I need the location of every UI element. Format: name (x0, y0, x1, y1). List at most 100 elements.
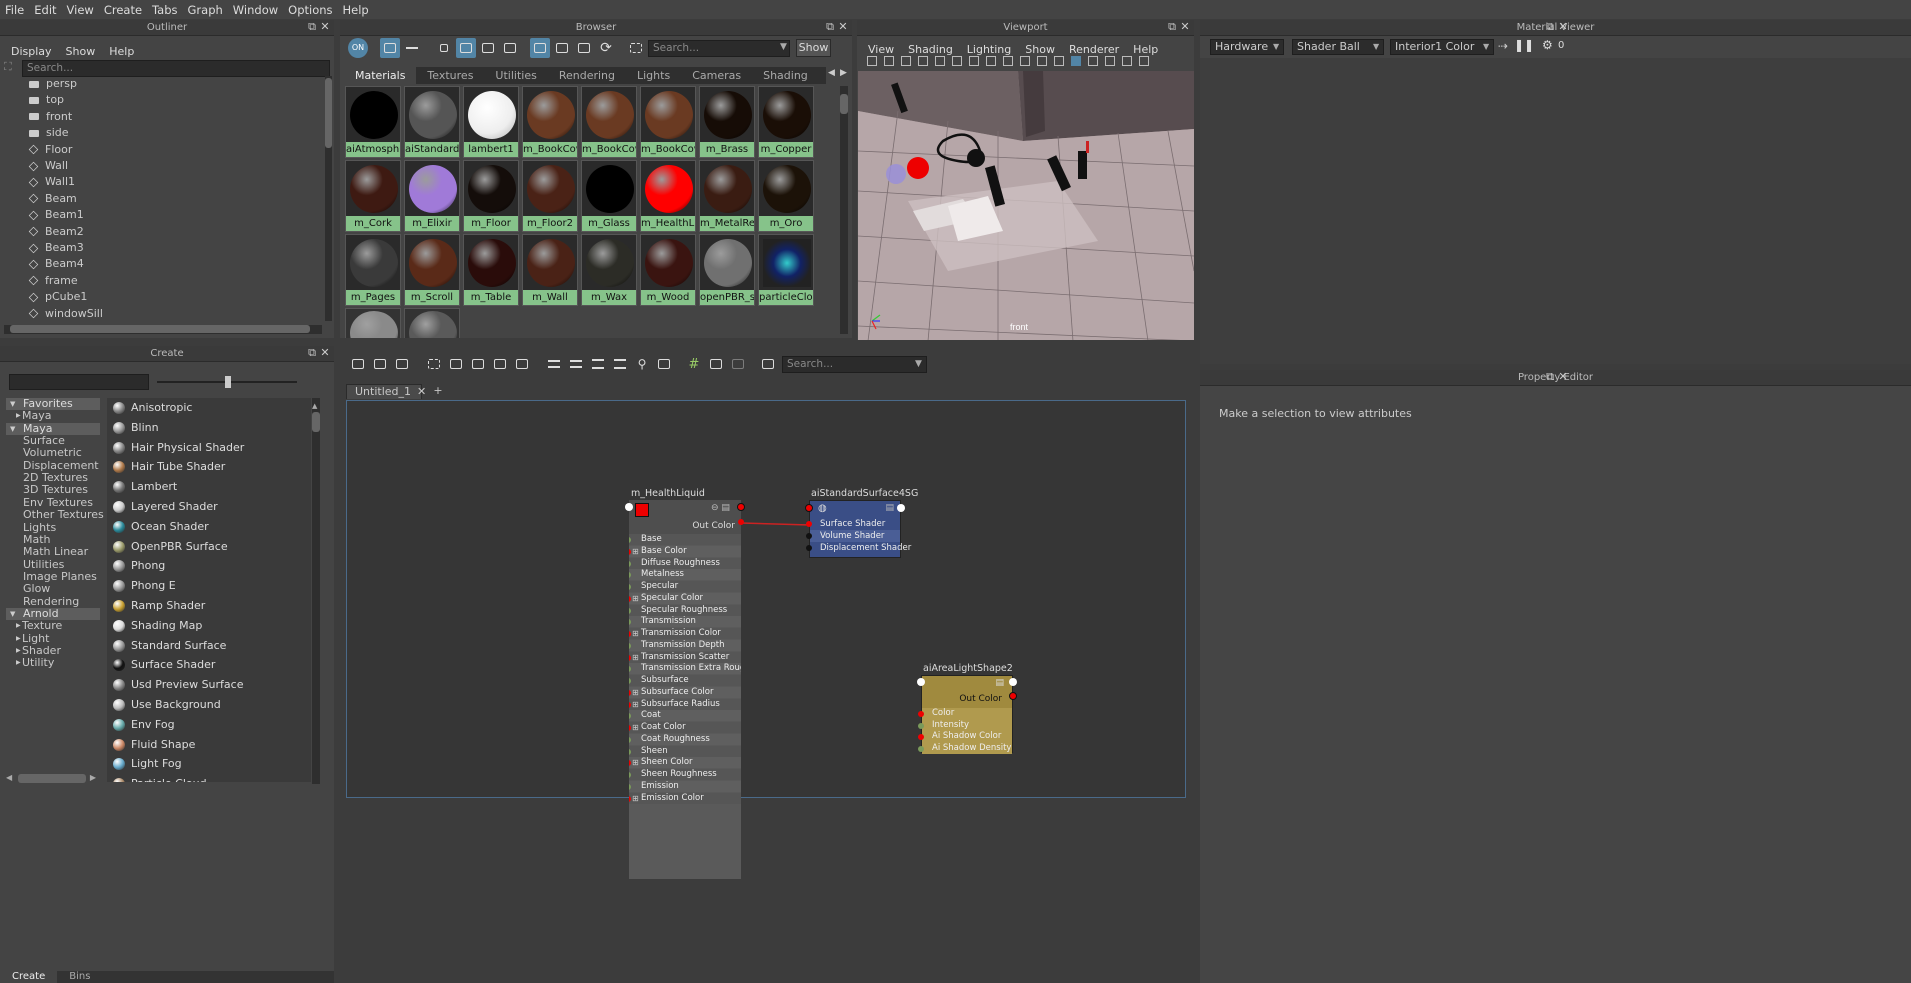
node-attribute-color[interactable]: Color (918, 708, 1012, 719)
connection-port[interactable] (629, 607, 631, 614)
menu-view[interactable]: View (62, 3, 99, 17)
viewport-menu-lighting[interactable]: Lighting (960, 43, 1018, 56)
outliner-item-beam1[interactable]: Beam1 (28, 207, 84, 223)
connection-port[interactable] (629, 701, 631, 708)
gate-mask-icon[interactable] (986, 56, 996, 66)
material-swatch[interactable]: m_BookCover (522, 86, 578, 158)
node-attribute-surface-shader[interactable]: Surface Shader (806, 518, 900, 530)
chevron-down-icon[interactable]: ▼ (1273, 42, 1279, 51)
material-swatch[interactable]: m_HealthLi... (640, 160, 696, 232)
chevron-down-icon[interactable]: ▼ (1483, 42, 1489, 51)
category-item-2d-textures[interactable]: 2D Textures (6, 472, 100, 484)
float-icon[interactable]: ⧉ (1544, 21, 1556, 33)
tab-textures[interactable]: Textures (416, 67, 484, 84)
connection-port[interactable] (629, 654, 631, 661)
shader-item-usd-preview-surface[interactable]: Usd Preview Surface (107, 675, 311, 694)
material-swatch[interactable]: m_MetalReloj (699, 160, 755, 232)
textured-icon[interactable] (1088, 56, 1098, 66)
chevron-down-icon[interactable]: ▼ (10, 423, 15, 435)
tab-cameras[interactable]: Cameras (681, 67, 752, 84)
large-icon[interactable] (478, 38, 498, 58)
viewport-menu-renderer[interactable]: Renderer (1062, 43, 1126, 56)
out-color-port[interactable] (1009, 692, 1017, 700)
connection-port[interactable] (629, 689, 631, 696)
menu-edit[interactable]: Edit (29, 3, 61, 17)
viewport-menu-show[interactable]: Show (1018, 43, 1062, 56)
float-icon[interactable]: ⧉ (1544, 371, 1556, 383)
mode-icon[interactable]: ⊖ ▤ (711, 503, 730, 513)
category-item-displacement[interactable]: Displacement (6, 459, 100, 472)
node-attribute-specular[interactable]: Specular (629, 581, 741, 592)
shader-item-particle-cloud[interactable]: Particle Cloud (107, 774, 311, 782)
outliner-menu-help[interactable]: Help (102, 45, 141, 58)
menu-help[interactable]: Help (338, 3, 374, 17)
output-port[interactable] (897, 504, 905, 512)
show-button[interactable]: Show (796, 39, 831, 57)
input-port[interactable] (625, 503, 633, 511)
node-attribute-ai-shadow-density[interactable]: Ai Shadow Density (918, 743, 1012, 754)
category-item-other-textures[interactable]: Other Textures (6, 509, 104, 521)
menu-options[interactable]: Options (283, 3, 337, 17)
outliner-menu-show[interactable]: Show (59, 45, 103, 58)
output-port[interactable] (1009, 678, 1017, 686)
outliner-item-floor[interactable]: Floor (28, 142, 72, 158)
category-item-math[interactable]: Math (6, 533, 100, 546)
field-chart-icon[interactable] (1003, 56, 1013, 66)
browser-vscrollbar[interactable] (840, 86, 848, 334)
node-attribute-subsurface-color[interactable]: ⊞ Subsurface Color (629, 686, 741, 698)
category-item-env-textures[interactable]: Env Textures (6, 496, 100, 509)
smooth-shade-icon[interactable] (1071, 56, 1081, 66)
menu-window[interactable]: Window (228, 3, 283, 17)
node-attribute-emission[interactable]: Emission (629, 780, 741, 792)
connection-port[interactable] (629, 760, 631, 767)
category-item-image-planes[interactable]: Image Planes (6, 570, 100, 583)
category-item-surface[interactable]: Surface (6, 435, 100, 447)
material-swatch[interactable]: m_Floor2 (522, 160, 578, 232)
close-icon[interactable]: ✕ (319, 21, 331, 33)
material-swatch[interactable]: m_Cork (345, 160, 401, 232)
node-attribute-base-color[interactable]: ⊞ Base Color (629, 545, 741, 557)
outliner-item-side[interactable]: side (29, 125, 69, 141)
material-swatch[interactable]: m_Brass (699, 86, 755, 158)
connection-port[interactable] (629, 560, 631, 567)
category-item-arnold[interactable]: ▼ Arnold (6, 607, 100, 620)
expand-icon[interactable]: ⊞ (632, 628, 639, 639)
remove-node-icon[interactable] (490, 354, 510, 374)
connection-port[interactable] (629, 783, 631, 790)
connection-port[interactable] (629, 548, 631, 555)
refresh-icon[interactable]: ⟳ (596, 38, 616, 58)
node-attribute-transmission[interactable]: Transmission (629, 616, 741, 628)
filter-icon[interactable]: ⛶ (4, 60, 20, 76)
xlarge-icon[interactable] (500, 38, 520, 58)
node-search-input[interactable]: Search... (782, 356, 927, 373)
material-swatch[interactable]: m_BookCov... (640, 86, 696, 158)
node-attribute-subsurface-radius[interactable]: ⊞ Subsurface Radius (629, 698, 741, 710)
material-swatch[interactable]: aiAtmosph... (345, 86, 401, 158)
category-item-utility[interactable]: ▶ Utility (6, 657, 100, 669)
expand-icon[interactable]: ⊞ (632, 793, 639, 804)
safe-action-icon[interactable] (1020, 56, 1030, 66)
connection-port[interactable] (629, 736, 631, 743)
custom-mode-icon[interactable] (610, 354, 630, 374)
node-attribute-base[interactable]: Base (629, 534, 741, 545)
float-icon[interactable]: ⧉ (306, 21, 318, 33)
camera-icon[interactable] (728, 354, 748, 374)
node-attribute-intensity[interactable]: Intensity (918, 720, 1012, 731)
outliner-menu-display[interactable]: Display (4, 45, 59, 58)
outliner-vscrollbar[interactable] (325, 76, 332, 321)
chevron-right-icon[interactable]: ▶ (16, 620, 21, 632)
tab-rendering[interactable]: Rendering (548, 67, 626, 84)
close-icon[interactable]: ✕ (837, 21, 849, 33)
material-swatch[interactable]: m_BookCov... (581, 86, 637, 158)
connection-port[interactable] (629, 642, 631, 649)
chevron-down-icon[interactable]: ▼ (780, 42, 787, 52)
resolution-gate-icon[interactable] (969, 56, 979, 66)
tab-lights[interactable]: Lights (626, 67, 681, 84)
connection-port[interactable] (629, 666, 631, 673)
shader-item-anisotropic[interactable]: Anisotropic (107, 398, 311, 417)
expand-icon[interactable]: ⊞ (632, 652, 639, 663)
grid-icon[interactable] (935, 56, 945, 66)
category-item-3d-textures[interactable]: 3D Textures (6, 484, 100, 496)
category-hscrollbar[interactable]: ◀ ▶ (4, 773, 98, 785)
shader-item-ocean-shader[interactable]: Ocean Shader (107, 517, 311, 536)
